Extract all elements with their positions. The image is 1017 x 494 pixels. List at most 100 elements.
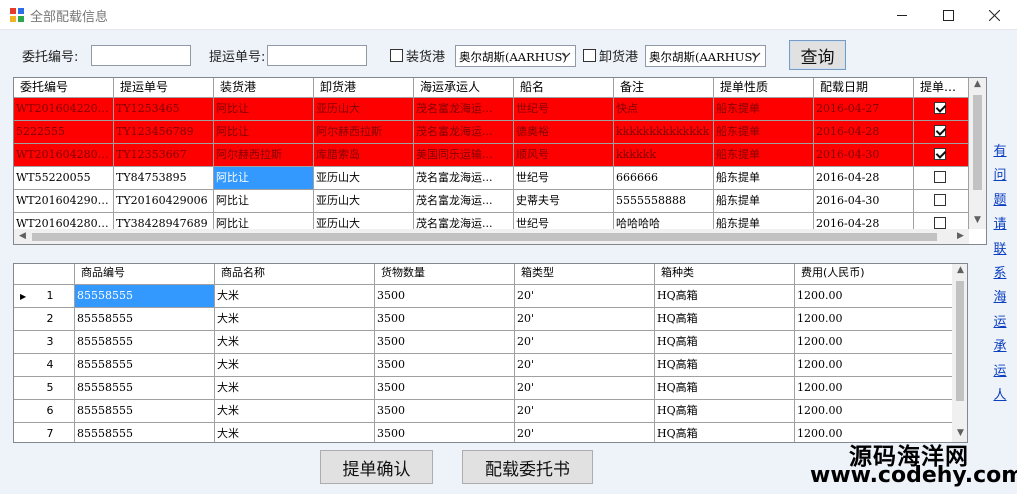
table-cell[interactable]: 顺风号 <box>514 144 614 167</box>
table-cell[interactable]: 1200.00 <box>795 400 955 423</box>
table-cell[interactable]: 茂名富龙海运... <box>414 167 514 190</box>
table-cell[interactable]: 阿尔赫西拉斯 <box>314 121 414 144</box>
column-header[interactable]: 船名 <box>514 78 614 98</box>
table-cell[interactable]: WT20160428003 <box>14 144 114 167</box>
table-cell[interactable]: HQ高箱 <box>655 400 795 423</box>
table-cell[interactable]: HQ高箱 <box>655 308 795 331</box>
table-row[interactable]: WT20160429006 TY20160429006 阿比让 亚历山大 茂名富龙海运.… <box>14 190 969 213</box>
table-cell[interactable]: 1200.00 <box>795 331 955 354</box>
table-cell[interactable]: 3500 <box>375 308 515 331</box>
table-cell[interactable]: 5555558888 <box>614 190 714 213</box>
contact-link-char[interactable]: 题 <box>990 189 1010 213</box>
maximize-button[interactable] <box>925 0 971 30</box>
table-cell[interactable]: 85558555 <box>75 377 215 400</box>
table-cell[interactable]: 2016-04-28 <box>814 121 914 144</box>
bill-input[interactable] <box>267 45 367 66</box>
table-cell[interactable]: 20' <box>515 400 655 423</box>
table-cell[interactable]: 快点 <box>614 98 714 121</box>
confirm-cell[interactable] <box>914 121 969 144</box>
table-cell[interactable]: 世纪号 <box>514 167 614 190</box>
table-cell[interactable]: 茂名富龙海运... <box>414 98 514 121</box>
column-header[interactable]: 提运单号 <box>114 78 214 98</box>
table-cell[interactable]: 20' <box>515 331 655 354</box>
scroll-right-icon[interactable]: ▶ <box>952 231 969 241</box>
minimize-button[interactable] <box>879 0 925 30</box>
table-cell[interactable]: 亚历山大 <box>314 98 414 121</box>
table-cell[interactable]: 85558555 <box>75 423 215 442</box>
row-header[interactable]: 6 <box>14 400 75 423</box>
table-cell[interactable]: 船东提单 <box>714 121 814 144</box>
unload-port-select[interactable]: 奥尔胡斯(AARHUS) <box>645 45 766 67</box>
table-row[interactable]: WT55220055 TY84753895 阿比让 亚历山大 茂名富龙海运... 世纪号 6… <box>14 167 969 190</box>
table-cell[interactable]: 85558555 <box>75 400 215 423</box>
column-header[interactable]: 配载日期 <box>814 78 914 98</box>
confirm-checkbox[interactable] <box>934 194 946 206</box>
table-cell[interactable]: 船东提单 <box>714 167 814 190</box>
table-cell[interactable]: 3500 <box>375 423 515 442</box>
table-cell[interactable]: 20' <box>515 423 655 442</box>
table-cell[interactable]: 3500 <box>375 354 515 377</box>
load-port-select[interactable]: 奥尔胡斯(AARHUS) <box>455 45 576 67</box>
column-header[interactable]: 装货港 <box>214 78 314 98</box>
top-grid-vscroll[interactable]: ▲ ▼ <box>969 78 986 229</box>
unload-port-checkbox[interactable] <box>583 49 596 62</box>
table-cell[interactable]: 美国同乐运输... <box>414 144 514 167</box>
table-cell[interactable]: 20' <box>515 354 655 377</box>
contact-link-char[interactable]: 人 <box>990 384 1010 408</box>
load-port-checkbox[interactable] <box>390 49 403 62</box>
table-cell[interactable]: 亚历山大 <box>314 190 414 213</box>
table-cell[interactable]: TY84753895 <box>114 167 214 190</box>
table-cell[interactable]: 20' <box>515 285 655 308</box>
scroll-down-icon[interactable]: ▼ <box>969 215 986 225</box>
confirm-checkbox[interactable] <box>934 102 946 114</box>
confirm-cell[interactable] <box>914 190 969 213</box>
table-cell[interactable]: 2016-04-27 <box>814 98 914 121</box>
contact-link-char[interactable]: 问 <box>990 164 1010 188</box>
query-button[interactable]: 查询 <box>789 40 846 70</box>
table-cell[interactable]: 世纪号 <box>514 98 614 121</box>
table-cell[interactable]: 大米 <box>215 400 375 423</box>
column-header[interactable]: 卸货港 <box>314 78 414 98</box>
row-header[interactable]: 2 <box>14 308 75 331</box>
column-header[interactable]: 货物数量 <box>375 264 515 285</box>
table-cell[interactable]: 3500 <box>375 400 515 423</box>
table-cell[interactable]: 大米 <box>215 308 375 331</box>
table-cell[interactable]: kkkkkk <box>614 144 714 167</box>
table-cell[interactable]: 茂名富龙海运... <box>414 190 514 213</box>
table-cell[interactable]: 2016-04-28 <box>814 167 914 190</box>
column-header[interactable]: 箱类型 <box>515 264 655 285</box>
table-cell[interactable]: 3500 <box>375 285 515 308</box>
table-cell[interactable]: 1200.00 <box>795 354 955 377</box>
table-cell[interactable]: HQ高箱 <box>655 354 795 377</box>
table-cell[interactable]: 20' <box>515 377 655 400</box>
table-cell[interactable]: WT20160429006 <box>14 190 114 213</box>
scroll-left-icon[interactable]: ◀ <box>14 231 31 241</box>
table-cell[interactable]: 20' <box>515 308 655 331</box>
contact-link-char[interactable]: 运 <box>990 360 1010 384</box>
table-cell[interactable]: 1200.00 <box>795 377 955 400</box>
table-cell[interactable]: 85558555 <box>75 354 215 377</box>
confirm-bill-button[interactable]: 提单确认 <box>320 450 433 484</box>
table-cell[interactable]: TY20160429006 <box>114 190 214 213</box>
contact-carrier-link[interactable]: 有问题请联系海运承运人 <box>990 140 1010 408</box>
table-cell[interactable]: 85558555 <box>75 285 215 308</box>
table-cell[interactable]: 3500 <box>375 331 515 354</box>
confirm-cell[interactable] <box>914 144 969 167</box>
column-header[interactable]: 商品名称 <box>215 264 375 285</box>
column-header[interactable]: 委托编号 <box>14 78 114 98</box>
table-cell[interactable]: 船东提单 <box>714 98 814 121</box>
bottom-grid-vscroll[interactable]: ▲ ▼ <box>952 264 967 442</box>
table-cell[interactable]: 1200.00 <box>795 285 955 308</box>
scroll-up-icon[interactable]: ▲ <box>952 265 967 275</box>
column-header[interactable]: 箱种类 <box>655 264 795 285</box>
table-cell[interactable]: TY1253465 <box>114 98 214 121</box>
table-cell[interactable]: kkkkkkkkkkkkkk <box>614 121 714 144</box>
table-row[interactable]: 3 85558555 大米 3500 20' HQ高箱 1200.00 <box>14 331 955 354</box>
entrust-input[interactable] <box>91 45 191 66</box>
table-cell[interactable]: HQ高箱 <box>655 377 795 400</box>
confirm-checkbox[interactable] <box>934 148 946 160</box>
column-header[interactable]: 海运承运人 <box>414 78 514 98</box>
table-cell[interactable]: 库腊索岛 <box>314 144 414 167</box>
column-header[interactable]: 提单确认 <box>914 78 969 98</box>
contact-link-char[interactable]: 联 <box>990 238 1010 262</box>
